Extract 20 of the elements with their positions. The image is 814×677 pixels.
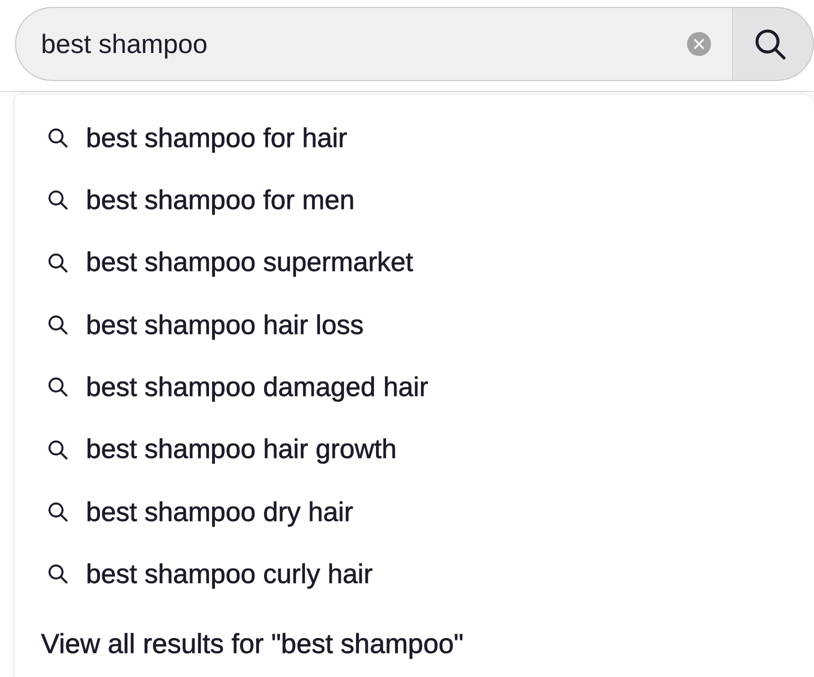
suggestion-item[interactable]: best shampoo curly hair [15, 543, 814, 606]
search-icon [48, 502, 68, 522]
close-icon [694, 39, 704, 49]
suggestion-item[interactable]: best shampoo dry hair [15, 480, 814, 544]
suggestion-item[interactable]: best shampoo hair loss [15, 294, 814, 356]
search-icon [48, 564, 68, 584]
search-icon [48, 128, 68, 148]
search-icon [48, 440, 68, 460]
suggestion-item[interactable]: best shampoo for men [15, 169, 814, 232]
view-all-results-link[interactable]: View all results for "best shampoo" [41, 623, 464, 665]
search-button[interactable] [732, 7, 814, 81]
suggestion-item[interactable]: best shampoo supermarket [15, 232, 814, 294]
suggestion-item[interactable]: best shampoo damaged hair [15, 356, 814, 418]
search-icon [48, 315, 68, 336]
suggestion-item[interactable]: best shampoo for hair [15, 107, 814, 170]
suggestion-item[interactable]: best shampoo hair growth [15, 418, 814, 481]
search-icon [48, 252, 68, 273]
search-icon [754, 28, 786, 60]
search-icon [48, 190, 68, 210]
search-icon [48, 377, 68, 398]
